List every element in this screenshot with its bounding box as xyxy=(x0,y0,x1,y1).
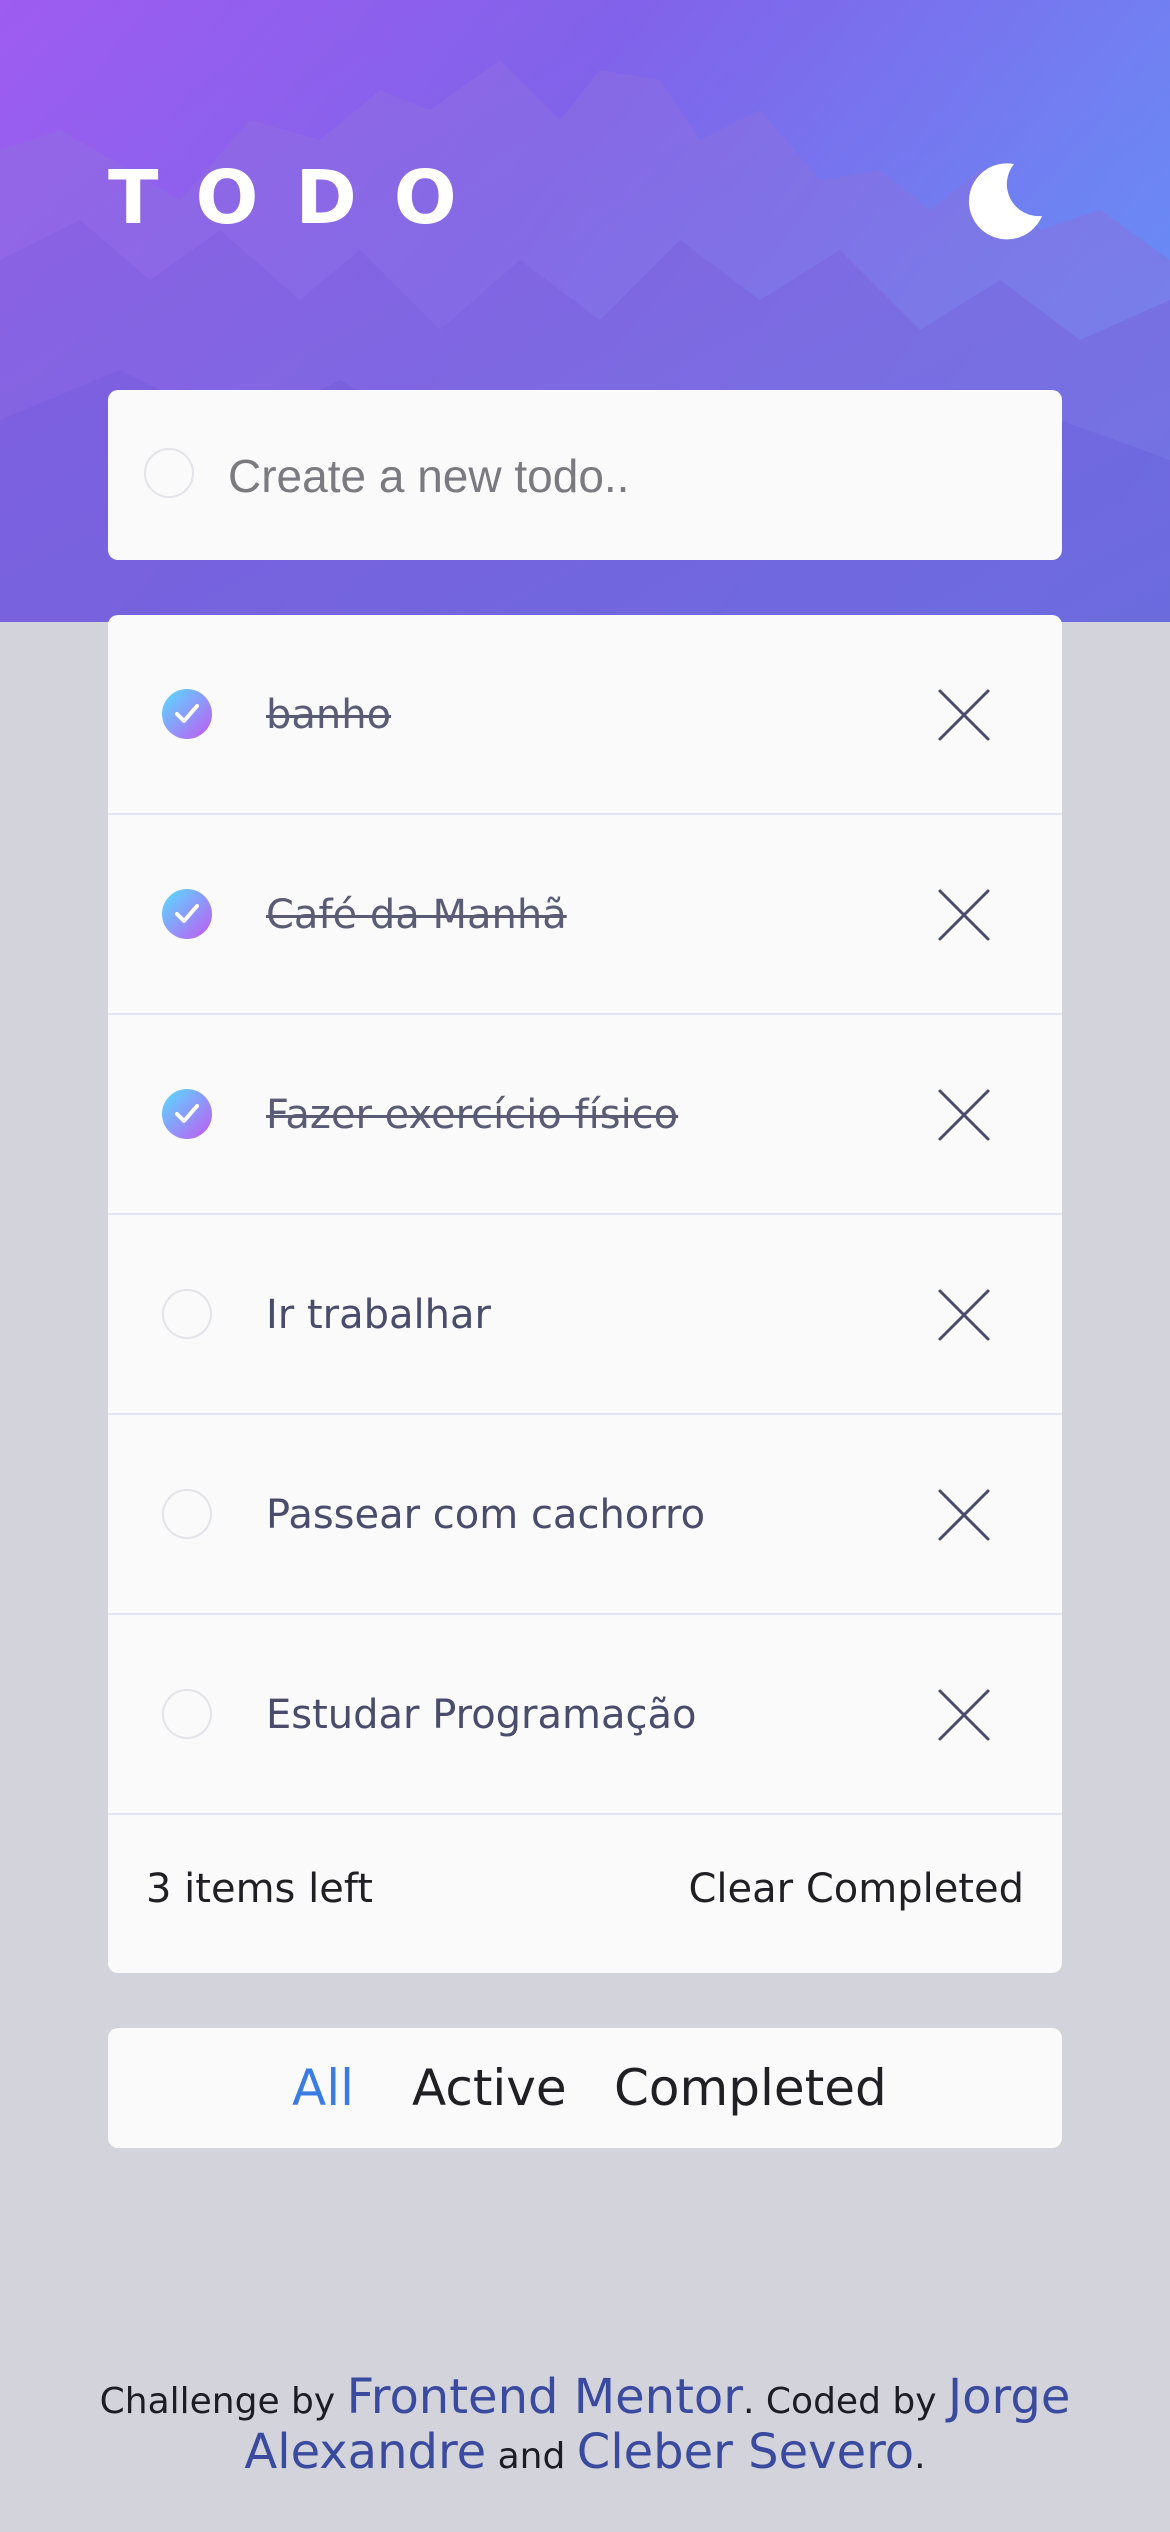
todo-text[interactable]: Fazer exercício físico xyxy=(266,1085,678,1145)
filter-completed[interactable]: Completed xyxy=(614,2058,887,2118)
credit-prefix: Challenge by xyxy=(99,2381,347,2422)
close-icon[interactable] xyxy=(934,1485,994,1545)
credit-coded-by: . Coded by xyxy=(743,2381,948,2422)
close-icon[interactable] xyxy=(934,885,994,945)
check-icon xyxy=(175,1104,199,1123)
todo-checkbox[interactable] xyxy=(162,1289,212,1339)
list-footer: 3 items left Clear Completed xyxy=(108,1803,1062,1973)
attribution: Challenge by Frontend Mentor. Coded by J… xyxy=(80,2372,1090,2482)
credit-suffix: . xyxy=(914,2436,926,2477)
todo-text[interactable]: banho xyxy=(266,685,391,745)
check-icon xyxy=(175,904,199,923)
todo-checkbox[interactable] xyxy=(162,689,212,739)
frontend-mentor-link[interactable]: Frontend Mentor xyxy=(347,2369,743,2425)
todo-item: Passear com cachorro xyxy=(108,1415,1062,1615)
todo-item: banho xyxy=(108,615,1062,815)
todo-checkbox[interactable] xyxy=(162,889,212,939)
todo-list: banho Café da Manhã Fazer exercício físi… xyxy=(108,615,1062,1973)
todo-text[interactable]: Café da Manhã xyxy=(266,885,567,945)
todo-item: Estudar Programação xyxy=(108,1615,1062,1815)
new-todo-circle-icon xyxy=(144,448,194,498)
todo-text[interactable]: Estudar Programação xyxy=(266,1685,696,1745)
author-link[interactable]: Cleber Severo xyxy=(577,2424,914,2480)
new-todo-input[interactable] xyxy=(226,430,1010,522)
clear-completed-button[interactable]: Clear Completed xyxy=(689,1859,1025,1919)
todo-checkbox[interactable] xyxy=(162,1689,212,1739)
todo-text[interactable]: Passear com cachorro xyxy=(266,1485,705,1545)
todo-checkbox[interactable] xyxy=(162,1489,212,1539)
filter-all[interactable]: All xyxy=(292,2058,354,2118)
close-icon[interactable] xyxy=(934,685,994,745)
moon-icon[interactable] xyxy=(962,160,1044,242)
filter-bar: All Active Completed xyxy=(108,2028,1062,2148)
items-left-count: 3 items left xyxy=(146,1866,373,1912)
close-icon[interactable] xyxy=(934,1085,994,1145)
todo-text[interactable]: Ir trabalhar xyxy=(266,1285,491,1345)
new-todo-box xyxy=(108,390,1062,560)
filter-active[interactable]: Active xyxy=(412,2058,567,2118)
app-title: TODO xyxy=(108,155,494,241)
todo-item: Ir trabalhar xyxy=(108,1215,1062,1415)
close-icon[interactable] xyxy=(934,1285,994,1345)
todo-item: Café da Manhã xyxy=(108,815,1062,1015)
todo-item: Fazer exercício físico xyxy=(108,1015,1062,1215)
credit-and: and xyxy=(486,2436,577,2477)
todo-checkbox[interactable] xyxy=(162,1089,212,1139)
close-icon[interactable] xyxy=(934,1685,994,1745)
check-icon xyxy=(175,704,199,723)
